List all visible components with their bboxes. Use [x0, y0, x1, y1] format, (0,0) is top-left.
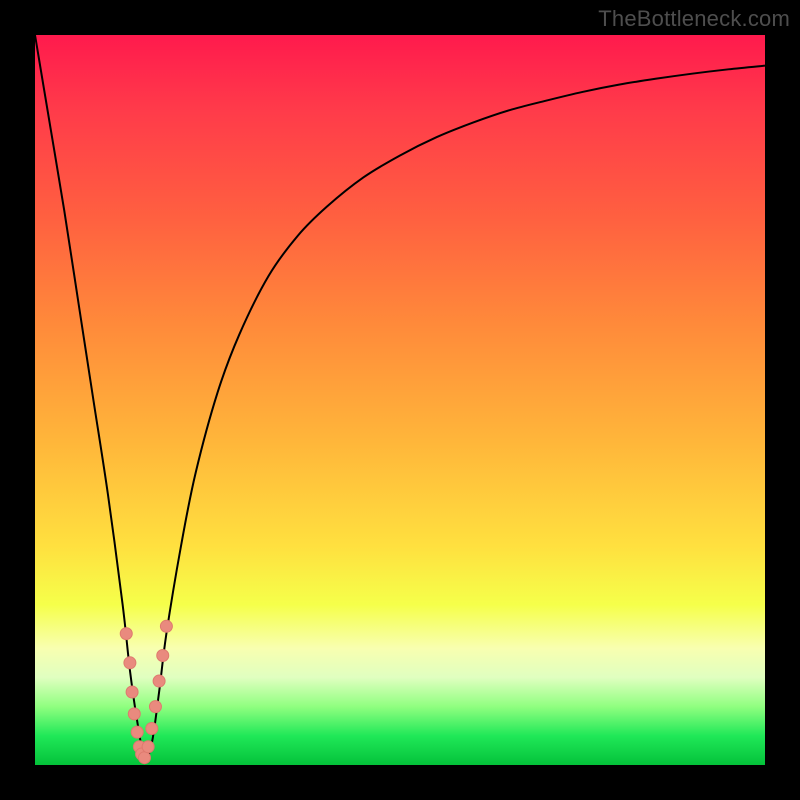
- watermark-label: TheBottleneck.com: [598, 6, 790, 32]
- chart-svg: [35, 35, 765, 765]
- data-point: [126, 686, 138, 698]
- data-point: [157, 650, 169, 662]
- data-point: [142, 741, 154, 753]
- bottleneck-curve: [35, 35, 765, 759]
- data-point: [120, 628, 132, 640]
- data-point: [139, 752, 151, 764]
- data-point: [128, 708, 140, 720]
- data-point: [131, 726, 143, 738]
- chart-frame: TheBottleneck.com: [0, 0, 800, 800]
- data-point: [124, 657, 136, 669]
- data-point: [149, 701, 161, 713]
- data-point: [153, 675, 165, 687]
- data-point: [160, 620, 172, 632]
- plot-area: [35, 35, 765, 765]
- data-point: [146, 723, 158, 735]
